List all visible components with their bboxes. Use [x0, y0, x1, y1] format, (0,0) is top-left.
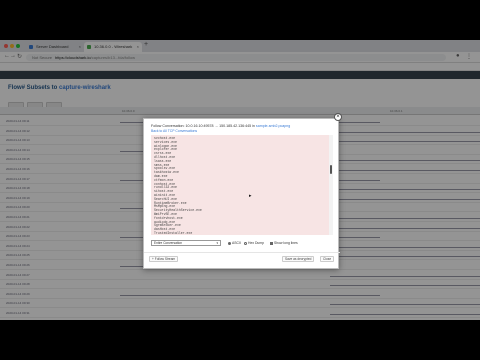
wrap-label: Show long lines	[274, 241, 298, 245]
follow-conversation-dialog: Follow Conversation: 10.0.16.10:49578 → …	[143, 118, 340, 269]
checkbox-checked-icon	[270, 241, 273, 245]
hex-dump-radio[interactable]: Hex Dump	[244, 241, 264, 245]
mouse-cursor-icon: ▸	[249, 193, 252, 199]
close-button[interactable]: Close	[320, 256, 335, 262]
ascii-label: ASCII	[232, 241, 241, 245]
screen: Server Dashboard × 10.36.0.0 - Wireshark…	[0, 40, 480, 320]
stream-scrollbar[interactable]	[329, 135, 333, 235]
hex-dump-label: Hex Dump	[248, 241, 265, 245]
ascii-radio[interactable]: ASCII	[228, 241, 241, 245]
radio-icon	[244, 241, 247, 245]
stream-content[interactable]: svchost.exe services.exe winlogon.exe explo…	[151, 135, 329, 235]
conversation-select[interactable]: Entire Conversation ▾	[151, 240, 221, 246]
chevron-down-icon: ▾	[216, 241, 218, 245]
conversation-select-value: Entire Conversation	[154, 241, 182, 245]
wrap-checkbox[interactable]: Show long lines	[270, 241, 298, 245]
dialog-title: Follow Conversation: 10.0.16.10:49578 → …	[151, 124, 335, 128]
close-dialog-icon[interactable]: ×	[334, 113, 342, 121]
save-decrypted-button[interactable]: Save as decrypted	[282, 256, 315, 262]
dialog-footer-divider	[144, 252, 340, 253]
dialog-title-text: Follow Conversation: 10.0.16.10:49578 → …	[151, 124, 255, 128]
follow-stream-button[interactable]: + Follow Stream	[149, 256, 179, 262]
back-to-conversations-link[interactable]: Back to All TCP Conversations	[151, 129, 197, 133]
capture-file-link[interactable]: sample-smb2.pcapng	[256, 124, 290, 128]
radio-selected-icon	[228, 241, 231, 245]
scrollbar-thumb[interactable]	[330, 165, 332, 174]
